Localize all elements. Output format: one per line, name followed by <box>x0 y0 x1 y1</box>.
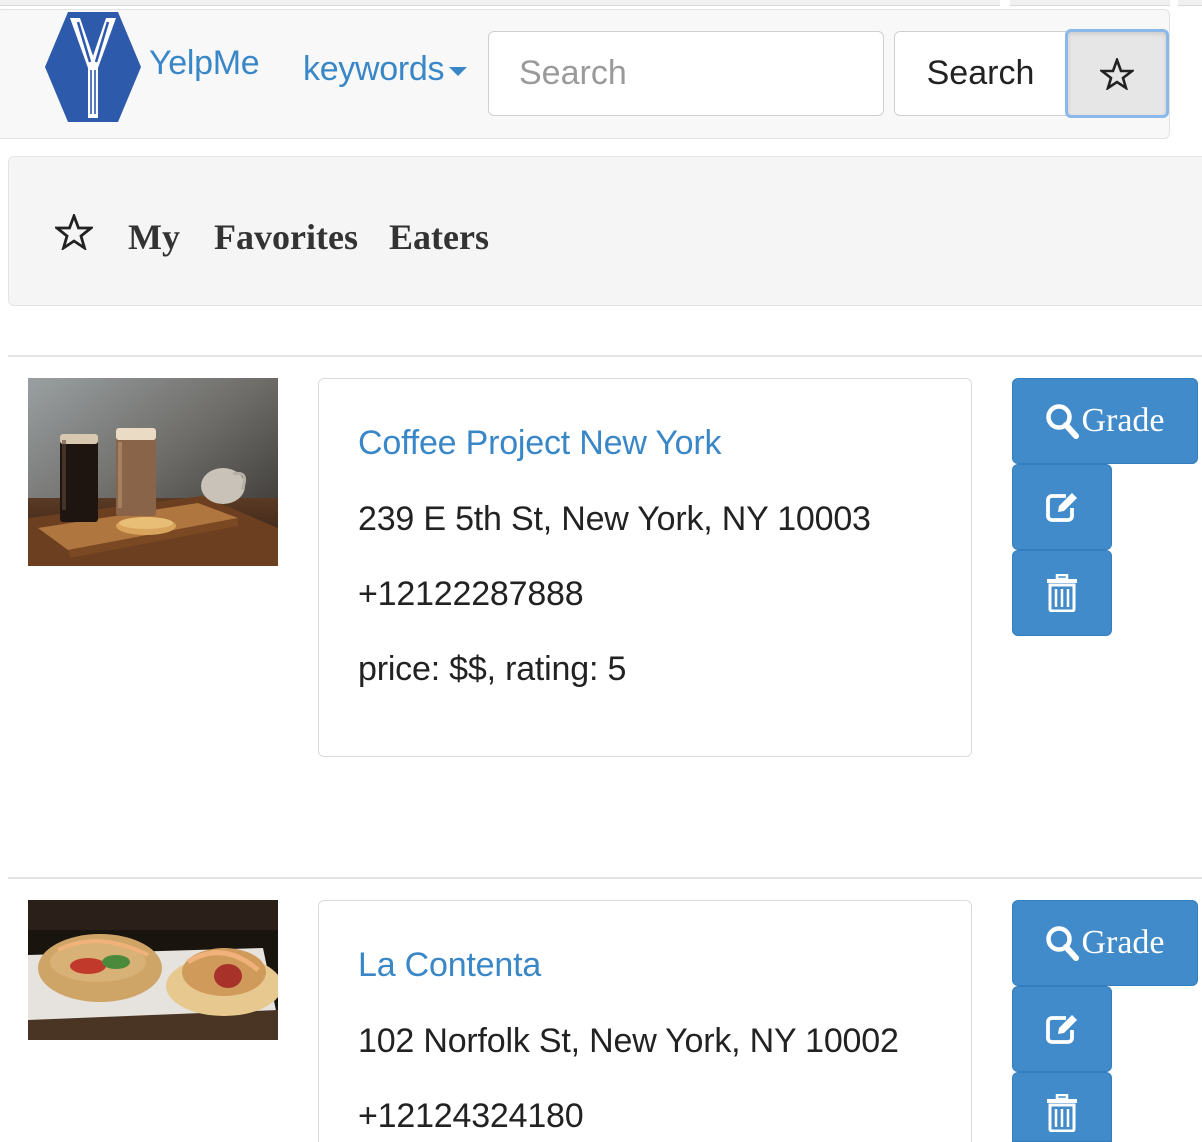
search-button[interactable]: Search <box>894 31 1067 116</box>
favorites-header-panel <box>8 156 1202 306</box>
edit-button[interactable] <box>1012 986 1112 1072</box>
business-address: 102 Norfolk St, New York, NY 10002 <box>358 1022 899 1060</box>
search-icon <box>1046 404 1080 439</box>
trash-icon <box>1047 574 1077 612</box>
search-input[interactable] <box>488 31 884 116</box>
grade-button[interactable]: Grade <box>1012 900 1198 986</box>
edit-button[interactable] <box>1012 464 1112 550</box>
business-phone: +12122287888 <box>358 575 584 613</box>
favorites-title-word: My <box>128 217 180 257</box>
business-address: 239 E 5th St, New York, NY 10003 <box>358 500 871 538</box>
grade-button-label: Grade <box>1081 924 1165 961</box>
favorites-title-word: Favorites <box>214 217 358 257</box>
business-name-link[interactable]: La Contenta <box>358 946 541 985</box>
edit-icon <box>1046 1015 1077 1044</box>
keywords-dropdown[interactable]: keywords <box>303 50 468 89</box>
brand-name[interactable]: YelpMe <box>149 44 260 83</box>
tacos-photo <box>28 900 278 1040</box>
list-divider <box>8 355 1202 357</box>
search-icon <box>1046 926 1080 961</box>
coffee-photo <box>28 378 278 566</box>
trash-icon <box>1047 1094 1077 1132</box>
favorites-title-word: Eaters <box>389 217 489 257</box>
business-name-link[interactable]: Coffee Project New York <box>358 424 722 463</box>
edit-icon <box>1046 493 1077 522</box>
caret-down-icon <box>449 67 468 76</box>
business-price-rating: price: $$, rating: 5 <box>358 650 627 688</box>
star-outline-icon <box>55 214 93 250</box>
grade-button-label: Grade <box>1081 402 1165 439</box>
business-phone: +12124324180 <box>358 1097 584 1135</box>
grade-button[interactable]: Grade <box>1012 378 1198 464</box>
delete-button[interactable] <box>1012 1072 1112 1142</box>
delete-button[interactable] <box>1012 550 1112 636</box>
browser-chrome-edge <box>0 0 1202 6</box>
favorites-toggle-button[interactable] <box>1065 29 1169 118</box>
list-divider <box>8 877 1202 879</box>
star-outline-icon <box>1100 57 1134 90</box>
yelpme-logo[interactable] <box>44 10 142 124</box>
keywords-dropdown-label: keywords <box>303 50 445 88</box>
